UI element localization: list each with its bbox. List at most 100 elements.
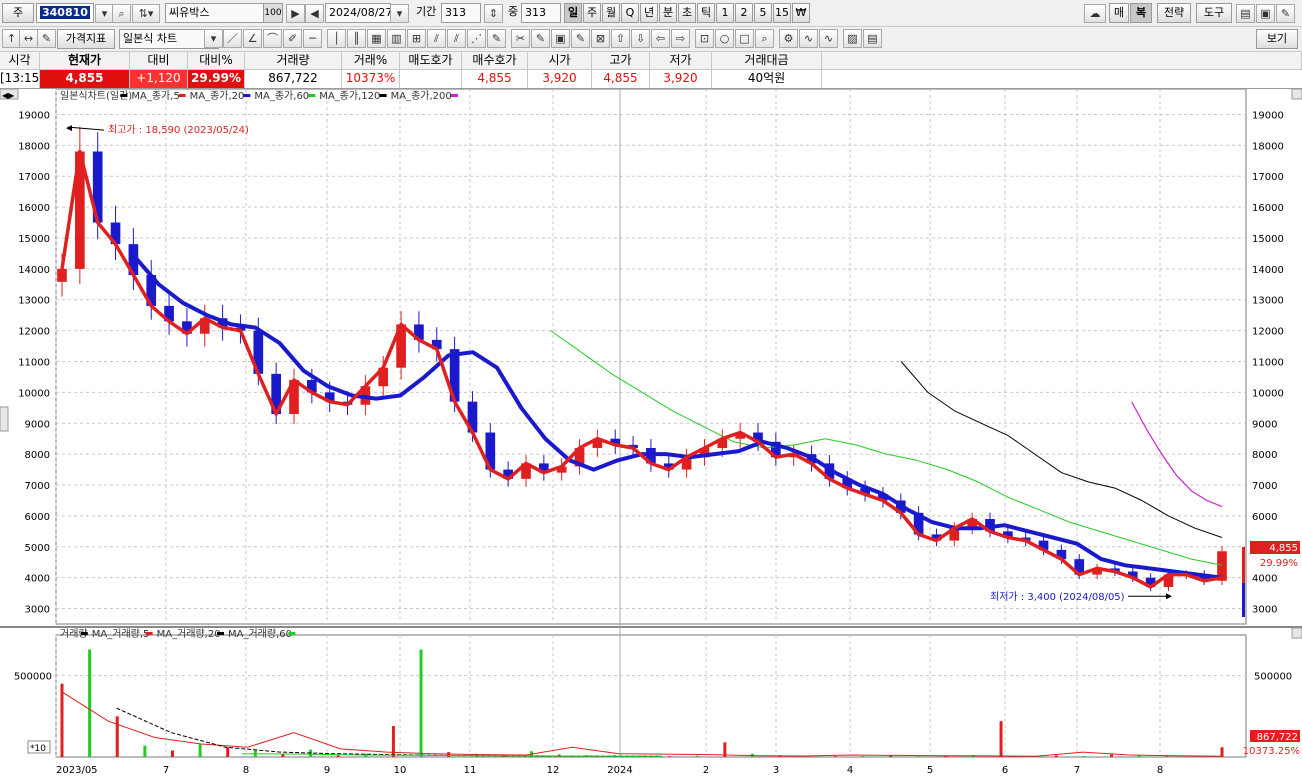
quote-header-0: 시각 xyxy=(0,52,40,70)
volume-bar-28 xyxy=(833,756,837,757)
draw-tool-29-icon[interactable]: ∿ xyxy=(819,29,838,48)
timeframe-11[interactable]: 15 xyxy=(773,3,791,23)
draw-tool-13-icon[interactable]: ✎ xyxy=(487,29,506,48)
quote-value-3: 29.99% xyxy=(188,70,245,88)
period-spin-icon[interactable]: ⇕ xyxy=(484,4,503,23)
last-volume-pct-text: 10373.25% xyxy=(1243,746,1300,757)
draw-tool-12-icon[interactable]: ⋰ xyxy=(467,29,486,48)
volume-bar-6 xyxy=(226,747,230,757)
timeframe-2[interactable]: 월 xyxy=(602,3,620,23)
timeframe-6[interactable]: 초 xyxy=(678,3,696,23)
draw-tool-3-icon[interactable]: ✐ xyxy=(283,29,302,48)
volume-bar-2 xyxy=(115,716,119,757)
draw-tool-30-icon[interactable]: ▨ xyxy=(843,29,862,48)
draw-tool-28-icon[interactable]: ∿ xyxy=(799,29,818,48)
x-tick-label-7: 2024 xyxy=(607,765,632,776)
draw-tool-27-icon[interactable]: ⚙ xyxy=(779,29,798,48)
volume-bar-5 xyxy=(198,743,202,757)
quote-value-10: 3,920 xyxy=(650,70,712,88)
quote-header-11: 거래대금 xyxy=(712,52,822,70)
draw-tool-22-icon[interactable]: ⇨ xyxy=(671,29,690,48)
folder-open-icon[interactable]: ▤ xyxy=(1236,4,1255,23)
timeframe-8[interactable]: 1 xyxy=(716,3,734,23)
draw-tool-26-icon[interactable]: ⌕ xyxy=(755,29,774,48)
volume-pane-close-icon xyxy=(1291,627,1302,639)
timeframe-9[interactable]: 2 xyxy=(735,3,753,23)
edit-icon[interactable]: ✎ xyxy=(37,29,56,48)
search-icon[interactable]: ⌕ xyxy=(112,4,131,23)
draw-tool-18-icon[interactable]: ⊠ xyxy=(591,29,610,48)
cloud-icon[interactable]: ☁ xyxy=(1084,4,1106,23)
toolbar-right-button-0[interactable]: 매 xyxy=(1109,3,1129,23)
save-icon[interactable]: ▣ xyxy=(1256,4,1275,23)
price-tick-left-16: 19000 xyxy=(18,110,50,121)
price-legend-swatch-4 xyxy=(379,94,387,97)
date-input[interactable]: 2024/08/27 xyxy=(325,3,391,23)
price-volume-chart[interactable]: 3000300040004000500050006000600070007000… xyxy=(0,88,1302,777)
timeframe-1[interactable]: 주 xyxy=(583,3,601,23)
low-annotation-text: 최저가 : 3,400 (2024/08/05) xyxy=(990,591,1125,603)
draw-tool-11-icon[interactable]: ⫽ xyxy=(447,29,466,48)
draw-tool-9-icon[interactable]: ⊞ xyxy=(407,29,426,48)
timeframe-12[interactable]: ₩ xyxy=(792,3,810,23)
quote-value-4: 867,722 xyxy=(245,70,342,88)
draw-tool-1-icon[interactable]: ∠ xyxy=(243,29,262,48)
draw-tool-2-icon[interactable]: ⌒ xyxy=(263,29,282,48)
draw-tool-25-icon[interactable]: □ xyxy=(735,29,754,48)
arrow-horizontal-icon[interactable]: ↔ xyxy=(19,29,38,48)
price-tick-left-6: 9000 xyxy=(25,419,50,430)
volume-bar-39 xyxy=(1137,755,1141,757)
period-label: 기간 xyxy=(416,5,437,18)
draw-tool-15-icon[interactable]: ✎ xyxy=(531,29,550,48)
toolbar-right-button-3[interactable]: 도구 xyxy=(1196,3,1232,23)
count-input[interactable]: 313 xyxy=(521,3,561,23)
draw-tool-7-icon[interactable]: ▦ xyxy=(367,29,386,48)
draw-tool-17-icon[interactable]: ✎ xyxy=(571,29,590,48)
draw-tool-4-icon[interactable]: ─ xyxy=(303,29,322,48)
draw-tool-19-icon[interactable]: ⇧ xyxy=(611,29,630,48)
prev-icon[interactable]: ◀ xyxy=(305,4,324,23)
quote-header-2: 대비 xyxy=(130,52,188,70)
draw-tool-8-icon[interactable]: ▥ xyxy=(387,29,406,48)
timeframe-3[interactable]: Q xyxy=(621,3,639,23)
draw-tool-14-icon[interactable]: ✂ xyxy=(511,29,530,48)
draw-tool-10-icon[interactable]: ⫽ xyxy=(427,29,446,48)
draw-tool-21-icon[interactable]: ⇦ xyxy=(651,29,670,48)
draw-tool-5-icon[interactable]: │ xyxy=(327,29,346,48)
play-icon[interactable]: ▶ xyxy=(286,4,305,23)
price-legend-swatch-1 xyxy=(178,94,186,97)
timeframe-5[interactable]: 분 xyxy=(659,3,677,23)
volume-bar-13 xyxy=(419,649,423,757)
draw-tool-31-icon[interactable]: ▤ xyxy=(863,29,882,48)
price-pane-frame xyxy=(55,88,1247,625)
volume-bar-38 xyxy=(1110,754,1114,757)
draw-tool-20-icon[interactable]: ⇩ xyxy=(631,29,650,48)
draw-tool-24-icon[interactable]: ○ xyxy=(715,29,734,48)
toolbar-right-button-1[interactable]: 복 xyxy=(1130,3,1152,23)
timeframe-7[interactable]: 틱 xyxy=(697,3,715,23)
stock-code-input[interactable]: 340810 xyxy=(36,3,94,23)
calendar-dropdown-icon[interactable]: ▾ xyxy=(390,4,409,23)
price-tick-left-13: 16000 xyxy=(18,203,50,214)
timeframe-0[interactable]: 일 xyxy=(564,3,582,23)
volume-bar-23 xyxy=(695,755,699,757)
price-legend-3: MA_종가,60 xyxy=(254,90,309,102)
price-tick-left-7: 10000 xyxy=(18,388,50,399)
timeframe-4[interactable]: 년 xyxy=(640,3,658,23)
price-tick-right-12: 15000 xyxy=(1252,234,1284,245)
view-button[interactable]: 보기 xyxy=(1256,29,1298,49)
chart-type-dropdown-icon[interactable]: ▾ xyxy=(204,29,223,48)
price-tick-left-10: 13000 xyxy=(18,296,50,307)
market-select[interactable]: 주 xyxy=(2,3,34,23)
toolbar-right-button-2[interactable]: 전략 xyxy=(1157,3,1191,23)
price-tick-right-9: 12000 xyxy=(1252,327,1284,338)
wrench-icon[interactable]: ✎ xyxy=(1276,4,1295,23)
period-input[interactable]: 313 xyxy=(441,3,481,23)
draw-tool-0-icon[interactable]: ／ xyxy=(223,29,242,48)
draw-tool-23-icon[interactable]: ⊡ xyxy=(695,29,714,48)
timeframe-10[interactable]: 5 xyxy=(754,3,772,23)
draw-tool-6-icon[interactable]: ║ xyxy=(347,29,366,48)
sort-icon[interactable]: ⇅▾ xyxy=(132,4,160,23)
indicator-button[interactable]: 가격지표 xyxy=(57,29,115,49)
draw-tool-16-icon[interactable]: ▣ xyxy=(551,29,570,48)
